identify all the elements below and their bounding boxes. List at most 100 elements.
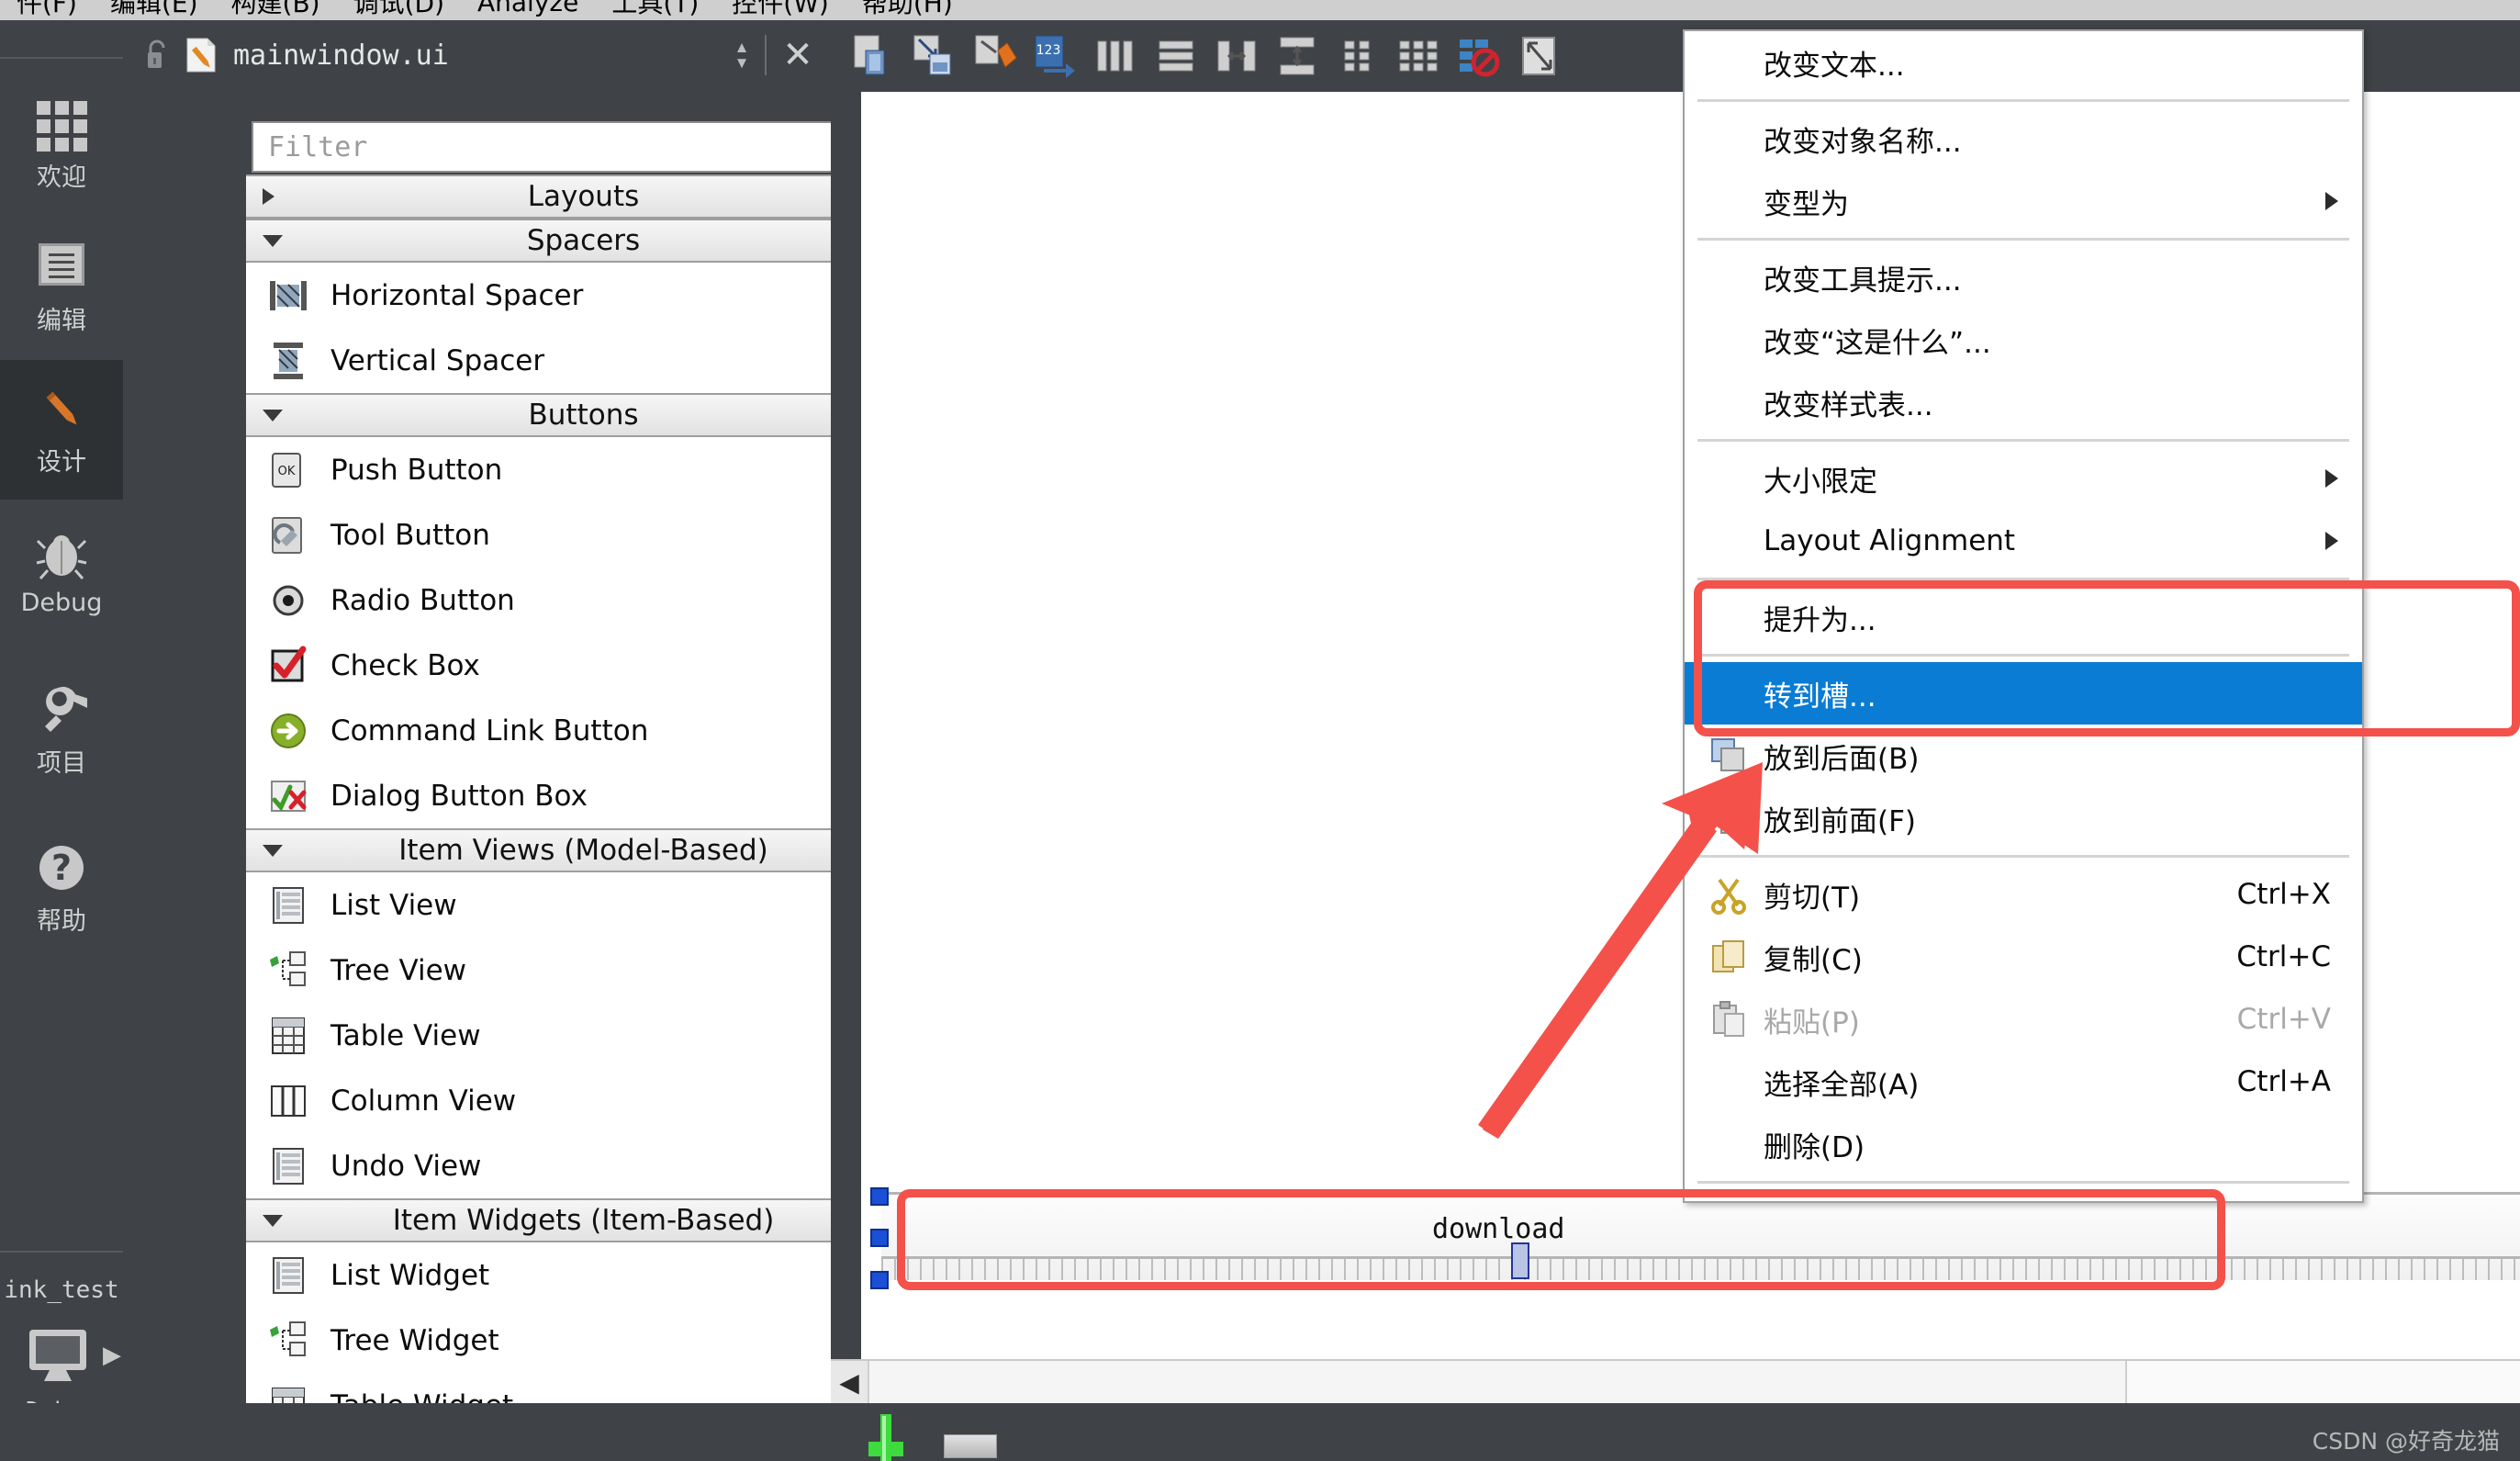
selection-handle-bottom-left[interactable] bbox=[870, 1271, 889, 1289]
menu-separator bbox=[1697, 654, 2349, 657]
context-menu-item[interactable]: 复制(C) Ctrl+C bbox=[1685, 926, 2362, 988]
sidebar-item-design[interactable]: 设计 bbox=[0, 360, 123, 500]
context-menu-item[interactable]: 转到槽... bbox=[1685, 662, 2362, 725]
context-menu-item[interactable]: 大小限定 bbox=[1685, 447, 2362, 510]
layout-form-icon[interactable] bbox=[1394, 32, 1442, 80]
menu-item-4[interactable]: Analyze bbox=[461, 0, 595, 17]
widget-list-item[interactable]: Table View bbox=[246, 1003, 921, 1068]
menu-item-7[interactable]: 帮助(H) bbox=[846, 0, 969, 20]
widget-list-item[interactable]: List Widget bbox=[246, 1242, 921, 1308]
context-menu-label: 大小限定 bbox=[1764, 465, 1877, 499]
widget-group-header[interactable]: Buttons bbox=[246, 393, 921, 437]
menu-item-5[interactable]: 工具(T) bbox=[595, 0, 715, 20]
context-menu-label: 变型为 bbox=[1764, 187, 1849, 221]
context-menu-item[interactable]: 选择全部(A) Ctrl+A bbox=[1685, 1051, 2362, 1113]
tree-widget-icon bbox=[266, 1319, 310, 1363]
widget-group-header[interactable]: Spacers bbox=[246, 219, 921, 263]
context-menu-item[interactable]: 提升为... bbox=[1685, 586, 2362, 648]
menu-item-3[interactable]: 调试(D) bbox=[337, 0, 461, 20]
widget-list-item[interactable]: List View bbox=[246, 872, 921, 938]
statusbar-widget[interactable]: download bbox=[881, 1192, 2520, 1280]
scissors-icon bbox=[1708, 874, 1749, 915]
kit-expand-arrow[interactable]: ▶ bbox=[103, 1341, 121, 1369]
layout-grid-icon[interactable] bbox=[1334, 32, 1382, 80]
break-layout-icon[interactable] bbox=[1455, 32, 1503, 80]
edit-tab-order-icon[interactable]: 123 bbox=[1031, 32, 1079, 80]
context-menu-item[interactable]: 变型为 bbox=[1685, 170, 2362, 232]
context-menu-item[interactable]: 剪切(T) Ctrl+X bbox=[1685, 863, 2362, 926]
hscroll-track[interactable] bbox=[869, 1361, 2520, 1403]
sidebar-item-edit[interactable]: 编辑 bbox=[0, 220, 123, 356]
widget-list-item[interactable]: OK Push Button bbox=[246, 437, 921, 502]
scroll-left-arrow-icon[interactable]: ◀ bbox=[831, 1361, 869, 1403]
filter-input[interactable]: Filter bbox=[252, 121, 922, 173]
edit-signals-slots-icon[interactable] bbox=[910, 32, 958, 80]
chevron-down-icon[interactable] bbox=[263, 1214, 283, 1227]
activitybar-divider bbox=[0, 57, 123, 59]
sidebar-item-help[interactable]: ? 帮助 bbox=[0, 821, 123, 957]
layout-splitter-horizontal-icon[interactable] bbox=[1213, 32, 1260, 80]
context-menu-item[interactable]: 删除(D) bbox=[1685, 1113, 2362, 1175]
filter-placeholder: Filter bbox=[268, 130, 368, 163]
widget-list-item[interactable]: Tree View bbox=[246, 938, 921, 1003]
watermark-text: CSDN @好奇龙猫 bbox=[2312, 1428, 2500, 1455]
widget-list-item[interactable]: Command Link Button bbox=[246, 698, 921, 763]
context-menu-label: 改变文本... bbox=[1764, 49, 1905, 83]
menu-item-6[interactable]: 控件(W) bbox=[715, 0, 846, 20]
selection-handle-middle-left[interactable] bbox=[870, 1229, 889, 1247]
editor-tab-filename[interactable]: mainwindow.ui bbox=[233, 39, 449, 72]
plus-icon[interactable] bbox=[861, 1414, 911, 1461]
menu-item-0[interactable]: 件(F) bbox=[0, 0, 94, 20]
context-menu-item[interactable]: 放到后面(B) bbox=[1685, 725, 2362, 787]
layout-vertically-icon[interactable] bbox=[1152, 32, 1200, 80]
widget-list-item[interactable]: Radio Button bbox=[246, 568, 921, 633]
context-menu-item[interactable]: Layout Alignment bbox=[1685, 510, 2362, 572]
context-menu-item[interactable]: 改变“这是什么”... bbox=[1685, 309, 2362, 371]
hscroll-thumb[interactable] bbox=[869, 1361, 2127, 1403]
selection-handle-top-left[interactable] bbox=[870, 1187, 889, 1206]
widget-list-item[interactable]: Tree Widget bbox=[246, 1308, 921, 1373]
chevron-down-icon[interactable] bbox=[263, 234, 283, 247]
widget-list-item[interactable]: Tool Button bbox=[246, 502, 921, 568]
sizegrip-handle[interactable] bbox=[1511, 1242, 1529, 1279]
widget-list-item[interactable]: Vertical Spacer bbox=[246, 328, 921, 393]
context-menu-shortcut: Ctrl+X bbox=[2236, 878, 2331, 911]
menu-item-1[interactable]: 编辑(E) bbox=[94, 0, 215, 20]
context-menu-item[interactable]: 改变文本... bbox=[1685, 31, 2362, 94]
canvas-horizontal-scrollbar[interactable]: ◀ bbox=[831, 1359, 2520, 1403]
context-menu-item[interactable]: 布局 bbox=[1685, 1189, 2362, 1201]
adjust-size-icon[interactable] bbox=[1516, 32, 1563, 80]
context-menu[interactable]: 改变文本... 改变对象名称... 变型为改变工具提示... 改变“这是什么”... 改… bbox=[1683, 29, 2364, 1203]
sidebar-label-edit: 编辑 bbox=[37, 306, 86, 335]
sidebar-item-projects[interactable]: 项目 bbox=[0, 663, 123, 799]
widget-list-item[interactable]: Horizontal Spacer bbox=[246, 263, 921, 328]
layout-horizontally-icon[interactable] bbox=[1092, 32, 1139, 80]
chevron-down-icon[interactable] bbox=[263, 844, 283, 857]
widget-list-item[interactable]: Dialog Button Box bbox=[246, 763, 921, 828]
edit-widgets-icon[interactable] bbox=[849, 32, 897, 80]
widget-list-item[interactable]: Check Box bbox=[246, 633, 921, 698]
context-menu-item[interactable]: 改变工具提示... bbox=[1685, 246, 2362, 309]
context-menu-item[interactable]: 改变对象名称... bbox=[1685, 107, 2362, 170]
widget-list-item[interactable]: Undo View bbox=[246, 1133, 921, 1198]
minus-icon[interactable] bbox=[944, 1434, 997, 1458]
widget-group-header[interactable]: Layouts bbox=[246, 174, 921, 219]
layout-splitter-vertical-icon[interactable] bbox=[1273, 32, 1321, 80]
widget-group-header[interactable]: Item Views (Model-Based) bbox=[246, 828, 921, 872]
menu-item-no-icon bbox=[1708, 257, 1749, 298]
menu-item-2[interactable]: 构建(B) bbox=[215, 0, 337, 20]
updown-arrows-icon[interactable]: ▲ ▼ bbox=[730, 39, 754, 71]
context-menu-item[interactable]: 放到前面(F) bbox=[1685, 787, 2362, 849]
unlocked-icon[interactable] bbox=[143, 39, 171, 71]
widget-box-list[interactable]: Layouts Spacers Horizontal Spacer Vertical … bbox=[246, 174, 921, 1461]
widget-list-item[interactable]: Column View bbox=[246, 1068, 921, 1133]
chevron-right-icon[interactable] bbox=[263, 188, 274, 205]
sidebar-item-debug[interactable]: Debug bbox=[0, 505, 123, 641]
sidebar-item-welcome[interactable]: 欢迎 bbox=[0, 77, 123, 213]
chevron-down-icon[interactable] bbox=[263, 409, 283, 421]
close-icon[interactable]: ✕ bbox=[778, 34, 818, 76]
context-menu-item[interactable]: 改变样式表... bbox=[1685, 371, 2362, 433]
widget-group-header[interactable]: Item Widgets (Item-Based) bbox=[246, 1198, 921, 1242]
edit-buddies-icon[interactable] bbox=[970, 32, 1018, 80]
widget-group-title: Buttons bbox=[528, 399, 639, 432]
